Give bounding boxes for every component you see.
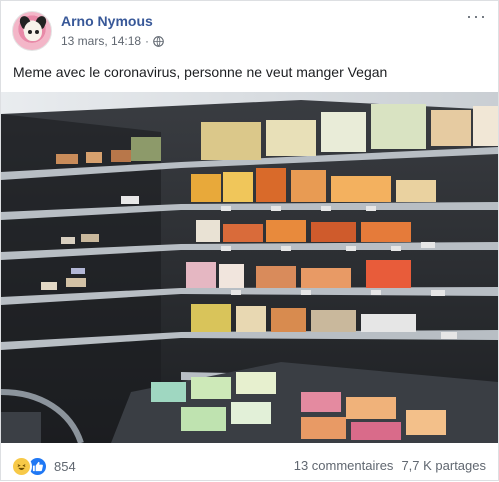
post-stats: 13 commentaires 7,7 K partages — [294, 458, 486, 473]
post-footer: 854 13 commentaires 7,7 K partages — [1, 443, 498, 482]
more-options-icon[interactable]: ··· — [466, 7, 486, 27]
facebook-post: Arno Nymous 13 mars, 14:18 · ··· Meme av… — [0, 0, 499, 481]
post-date[interactable]: 13 mars, 14:18 — [61, 34, 141, 48]
avatar-eye — [28, 30, 32, 34]
author-name[interactable]: Arno Nymous — [61, 13, 153, 29]
avatar-face — [24, 21, 42, 41]
reaction-count: 854 — [54, 459, 76, 474]
reactions-summary[interactable]: 854 — [11, 456, 76, 477]
avatar[interactable] — [12, 11, 52, 51]
haha-icon — [11, 456, 32, 477]
globe-icon — [153, 35, 164, 47]
meta-separator: · — [145, 34, 150, 48]
post-photo[interactable] — [1, 92, 498, 443]
supermarket-shelves-image — [1, 92, 498, 443]
avatar-eye — [35, 30, 39, 34]
post-text: Meme avec le coronavirus, personne ne ve… — [13, 64, 388, 80]
comments-link[interactable]: 13 commentaires — [294, 458, 394, 473]
post-meta: 13 mars, 14:18 · — [61, 34, 164, 48]
shares-link[interactable]: 7,7 K partages — [401, 458, 486, 473]
